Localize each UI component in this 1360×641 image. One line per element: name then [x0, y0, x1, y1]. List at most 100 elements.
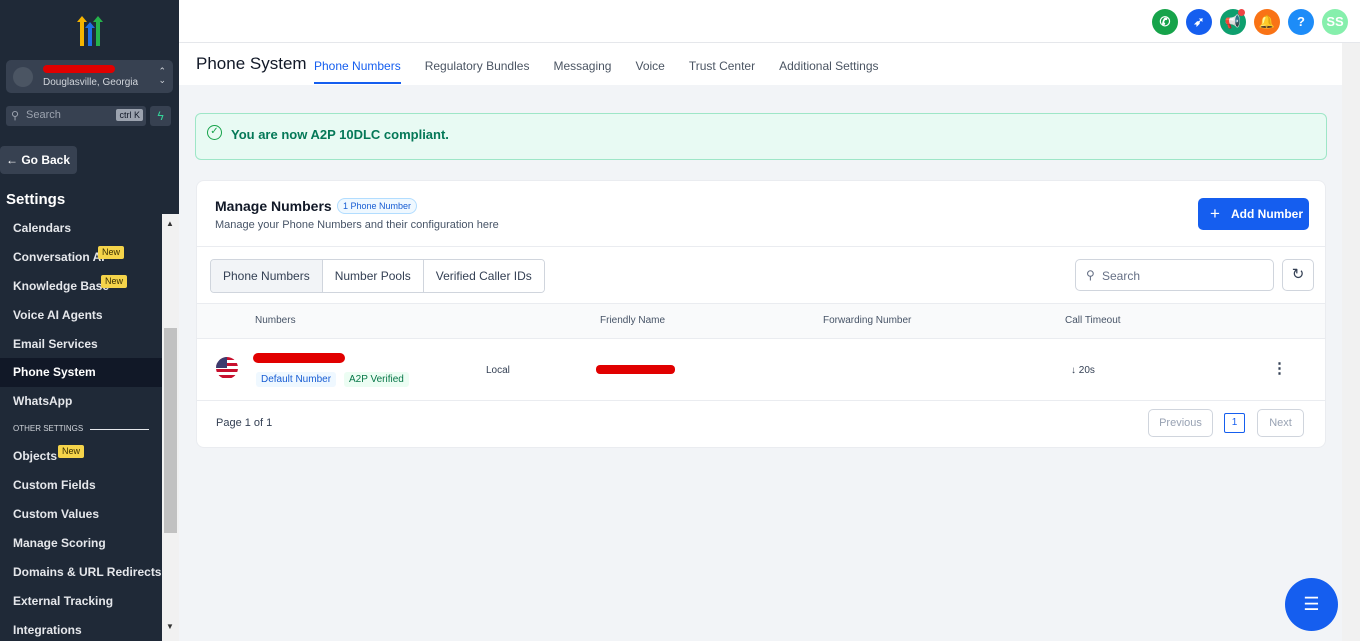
- refresh-icon[interactable]: ↻: [1282, 259, 1314, 291]
- card-subtitle: Manage your Phone Numbers and their conf…: [215, 219, 499, 231]
- sidebar-search[interactable]: ⚲ Search ctrl K: [6, 106, 146, 126]
- call-timeout: ↓ 20s: [1071, 365, 1095, 376]
- other-settings-label: OTHER SETTINGS: [13, 424, 84, 434]
- settings-nav: Calendars Conversation AI New Knowledge B…: [0, 214, 162, 641]
- sidebar-item-phone-system[interactable]: Phone System: [0, 358, 162, 388]
- card-title: Manage Numbers: [215, 198, 332, 214]
- account-name-redacted: [43, 65, 115, 73]
- compliance-alert: ✓ You are now A2P 10DLC compliant.: [195, 113, 1327, 160]
- new-badge: New: [101, 274, 128, 288]
- sidebar-scroll-thumb[interactable]: [164, 328, 177, 533]
- page-1-button[interactable]: 1: [1224, 413, 1245, 433]
- table-header: Numbers Friendly Name Forwarding Number …: [197, 304, 1325, 338]
- table-row: Default Number A2P Verified Local ↓ 20s …: [197, 339, 1325, 400]
- sidebar-item-label: Custom Fields: [13, 478, 96, 493]
- sidebar-item-label: Domains & URL Redirects: [13, 564, 162, 579]
- sidebar-item-label: Custom Values: [13, 507, 100, 522]
- chevron-updown-icon: ⌃ ⌄: [158, 66, 166, 85]
- other-settings-divider: OTHER SETTINGS: [0, 416, 162, 442]
- location-icon: [13, 67, 33, 87]
- logo-icon: [77, 16, 103, 46]
- new-badge: New: [98, 245, 125, 259]
- go-back-button[interactable]: ← Go Back: [0, 146, 77, 174]
- segment-phone-numbers[interactable]: Phone Numbers: [211, 260, 323, 292]
- help-icon[interactable]: ?: [1288, 9, 1314, 35]
- search-icon: ⚲: [1086, 268, 1095, 282]
- phone-icon[interactable]: ✆: [1152, 9, 1178, 35]
- default-number-tag: Default Number: [256, 372, 337, 387]
- manage-numbers-card: Manage Numbers 1 Phone Number Manage you…: [196, 180, 1326, 448]
- segment-number-pools[interactable]: Number Pools: [322, 260, 424, 292]
- sidebar-item-label: Objects: [13, 449, 58, 464]
- avatar[interactable]: SS: [1322, 9, 1348, 35]
- account-switcher[interactable]: Douglasville, Georgia ⌃ ⌄: [6, 60, 173, 93]
- settings-heading: Settings: [6, 191, 66, 208]
- sidebar-item-objects[interactable]: Objects New: [0, 442, 162, 471]
- sidebar-item-external-tracking[interactable]: External Tracking: [0, 587, 162, 616]
- sidebar-item-domains[interactable]: Domains & URL Redirects: [0, 558, 162, 587]
- table-search-input[interactable]: ⚲ Search: [1075, 259, 1274, 291]
- tab-regulatory-bundles[interactable]: Regulatory Bundles: [425, 43, 530, 85]
- sidebar-item-integrations[interactable]: Integrations: [0, 616, 162, 641]
- number-type-toggle: Phone Numbers Number Pools Verified Call…: [210, 259, 545, 293]
- page-info: Page 1 of 1: [216, 417, 273, 429]
- sidebar-item-custom-values[interactable]: Custom Values: [0, 500, 162, 529]
- sidebar-item-label: Conversation AI: [13, 249, 105, 264]
- search-placeholder: Search: [1102, 269, 1141, 283]
- sidebar: Douglasville, Georgia ⌃ ⌄ ⚲ Search ctrl K…: [0, 0, 179, 641]
- top-icons: ✆ ➶ 📢 🔔 ? SS: [1152, 9, 1348, 35]
- add-number-button[interactable]: + Add Number: [1198, 198, 1309, 230]
- plus-icon: +: [1210, 204, 1220, 223]
- tab-voice[interactable]: Voice: [635, 43, 664, 85]
- sidebar-item-label: Knowledge Base: [13, 278, 110, 293]
- scroll-down-icon[interactable]: ▼: [166, 622, 174, 631]
- tab-messaging[interactable]: Messaging: [553, 43, 611, 85]
- us-flag-icon: [216, 357, 238, 379]
- megaphone-icon[interactable]: 📢: [1220, 9, 1246, 35]
- tab-trust-center[interactable]: Trust Center: [689, 43, 755, 85]
- page-title: Phone System: [196, 54, 307, 73]
- shortcut-hint: ctrl K: [116, 109, 143, 121]
- sidebar-item-email-services[interactable]: Email Services: [0, 330, 162, 359]
- sidebar-item-label: Email Services: [13, 336, 98, 351]
- top-bar: ✆ ➶ 📢 🔔 ? SS: [179, 0, 1360, 43]
- quick-action-bolt-icon[interactable]: ϟ: [150, 106, 171, 126]
- next-button[interactable]: Next: [1257, 409, 1304, 437]
- page-scrollbar[interactable]: [1342, 43, 1360, 641]
- check-circle-icon: ✓: [207, 125, 222, 140]
- sidebar-item-calendars[interactable]: Calendars: [0, 214, 162, 243]
- sidebar-search-placeholder: Search: [26, 109, 61, 121]
- scroll-up-icon[interactable]: ▲: [166, 219, 174, 228]
- sidebar-item-voice-ai-agents[interactable]: Voice AI Agents: [0, 301, 162, 330]
- previous-button[interactable]: Previous: [1148, 409, 1213, 437]
- chat-icon[interactable]: ☰: [1285, 578, 1338, 631]
- segment-verified-caller-ids[interactable]: Verified Caller IDs: [423, 260, 544, 292]
- more-options-icon[interactable]: ⋮: [1272, 359, 1287, 377]
- bell-icon[interactable]: 🔔: [1254, 9, 1280, 35]
- tab-phone-numbers[interactable]: Phone Numbers: [314, 43, 401, 85]
- column-friendly-name: Friendly Name: [600, 315, 666, 326]
- account-location: Douglasville, Georgia: [43, 77, 139, 88]
- sidebar-item-label: Integrations: [13, 622, 82, 637]
- sidebar-item-conversation-ai[interactable]: Conversation AI New: [0, 243, 162, 272]
- sidebar-item-knowledge-base[interactable]: Knowledge Base New: [0, 272, 162, 301]
- count-badge: 1 Phone Number: [337, 198, 418, 214]
- sidebar-item-label: WhatsApp: [13, 394, 73, 409]
- column-numbers: Numbers: [255, 315, 296, 326]
- sidebar-item-custom-fields[interactable]: Custom Fields: [0, 471, 162, 500]
- new-badge: New: [58, 445, 85, 459]
- rocket-icon[interactable]: ➶: [1186, 9, 1212, 35]
- sidebar-item-whatsapp[interactable]: WhatsApp: [0, 387, 162, 416]
- number-type: Local: [486, 365, 510, 376]
- sidebar-item-label: Manage Scoring: [13, 535, 106, 550]
- page-header: Phone System Phone Numbers Regulatory Bu…: [179, 43, 1342, 85]
- friendly-name-redacted: [596, 365, 675, 374]
- sidebar-item-manage-scoring[interactable]: Manage Scoring: [0, 529, 162, 558]
- column-call-timeout: Call Timeout: [1065, 315, 1121, 326]
- tab-bar: Phone Numbers Regulatory Bundles Messagi…: [314, 43, 903, 85]
- tab-additional-settings[interactable]: Additional Settings: [779, 43, 878, 85]
- sidebar-item-label: Calendars: [13, 221, 72, 235]
- sidebar-item-label: Phone System: [13, 365, 96, 380]
- add-number-label: Add Number: [1231, 207, 1303, 221]
- column-forwarding-number: Forwarding Number: [823, 315, 912, 326]
